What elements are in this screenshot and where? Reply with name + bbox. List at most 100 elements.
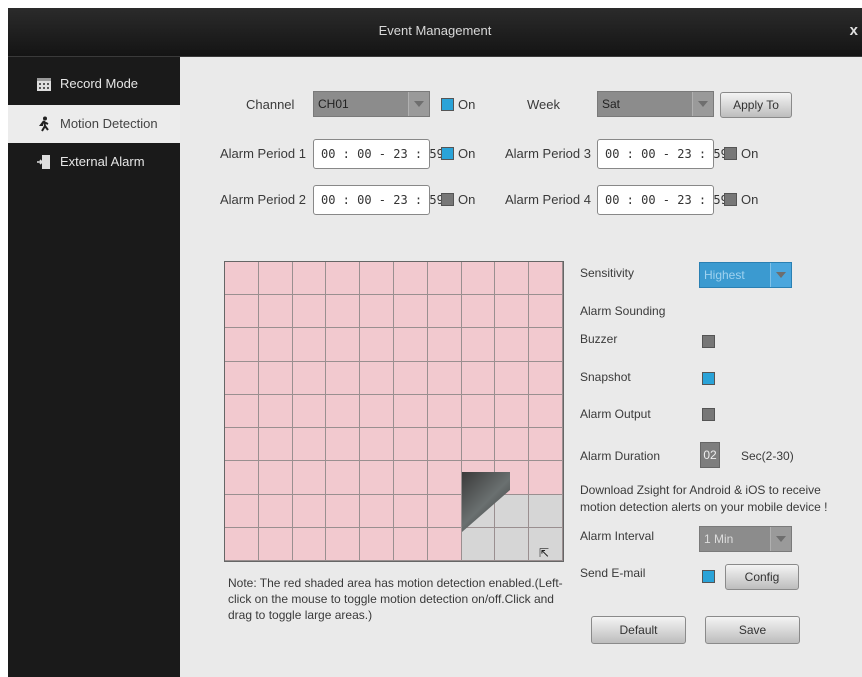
motion-grid-cell[interactable] (326, 461, 361, 495)
motion-grid-cell[interactable] (529, 461, 563, 495)
motion-grid-cell[interactable] (427, 262, 462, 296)
motion-grid-cell[interactable] (360, 461, 394, 495)
motion-grid-cell[interactable] (427, 295, 462, 329)
apply-to-button[interactable]: Apply To (720, 92, 792, 118)
motion-grid-cell[interactable] (292, 461, 327, 495)
motion-grid-cell[interactable] (326, 328, 361, 362)
motion-grid-cell[interactable] (360, 361, 394, 395)
sidebar-item-record-mode[interactable]: Record Mode (8, 65, 180, 103)
motion-grid-cell[interactable] (326, 394, 361, 429)
motion-grid-cell[interactable] (529, 295, 563, 329)
motion-grid-cell[interactable] (360, 527, 394, 561)
motion-grid-cell[interactable] (495, 527, 530, 561)
motion-grid-cell[interactable] (495, 394, 530, 429)
motion-grid-cell[interactable] (292, 527, 327, 561)
alarm-period-2-checkbox[interactable] (441, 193, 454, 206)
motion-grid-cell[interactable] (292, 262, 327, 296)
motion-grid-cell[interactable] (258, 461, 293, 495)
motion-grid-cell[interactable] (360, 494, 394, 528)
motion-grid-cell[interactable] (292, 361, 327, 395)
motion-grid-cell[interactable] (495, 428, 530, 462)
motion-grid-cell[interactable] (225, 361, 259, 395)
send-email-checkbox[interactable] (702, 570, 715, 583)
motion-grid-cell[interactable] (427, 428, 462, 462)
motion-grid-cell[interactable] (292, 328, 327, 362)
alarm-period-1-checkbox[interactable] (441, 147, 454, 160)
motion-grid-cell[interactable] (225, 328, 259, 362)
default-button[interactable]: Default (591, 616, 686, 644)
motion-grid-cell[interactable] (258, 295, 293, 329)
motion-grid-cell[interactable] (461, 262, 496, 296)
motion-grid-cell[interactable] (461, 527, 496, 561)
motion-grid-cell[interactable] (495, 361, 530, 395)
motion-grid-cell[interactable] (225, 428, 259, 462)
motion-grid-cell[interactable] (326, 295, 361, 329)
motion-grid-cell[interactable] (225, 394, 259, 429)
motion-grid-cell[interactable] (529, 494, 563, 528)
motion-grid-cell[interactable] (529, 361, 563, 395)
motion-grid-cell[interactable] (461, 328, 496, 362)
motion-grid-cell[interactable] (360, 394, 394, 429)
motion-grid-cell[interactable] (495, 295, 530, 329)
motion-grid-cell[interactable] (394, 295, 428, 329)
buzzer-checkbox[interactable] (702, 335, 715, 348)
motion-grid-cell[interactable] (394, 494, 428, 528)
alarm-period-3-input[interactable]: 00 : 00 - 23 : 59 (597, 139, 728, 169)
motion-grid-cell[interactable] (258, 328, 293, 362)
motion-grid-cell[interactable] (495, 262, 530, 296)
motion-grid-cell[interactable] (258, 361, 293, 395)
motion-grid-cell[interactable] (292, 494, 327, 528)
motion-grid-cell[interactable] (258, 428, 293, 462)
channel-on-checkbox[interactable] (441, 98, 454, 111)
motion-grid-cell[interactable] (529, 262, 563, 296)
motion-grid-cell[interactable] (225, 262, 259, 296)
motion-grid-cell[interactable] (394, 328, 428, 362)
alarm-interval-select[interactable]: 1 Min (699, 526, 792, 552)
motion-grid-cell[interactable] (258, 527, 293, 561)
motion-grid-cell[interactable] (292, 295, 327, 329)
motion-grid-cell[interactable] (461, 394, 496, 429)
motion-grid-cell[interactable] (292, 428, 327, 462)
motion-grid-cell[interactable] (292, 394, 327, 429)
motion-grid-cell[interactable] (529, 428, 563, 462)
sidebar-item-motion-detection[interactable]: Motion Detection (8, 105, 180, 143)
alarm-period-3-checkbox[interactable] (724, 147, 737, 160)
motion-grid-cell[interactable] (225, 295, 259, 329)
motion-grid-cell[interactable] (360, 262, 394, 296)
motion-grid-cell[interactable] (427, 328, 462, 362)
motion-grid-cell[interactable] (326, 527, 361, 561)
snapshot-checkbox[interactable] (702, 372, 715, 385)
motion-grid-cell[interactable] (427, 527, 462, 561)
motion-grid-cell[interactable] (360, 328, 394, 362)
motion-grid-cell[interactable] (360, 295, 394, 329)
motion-grid-cell[interactable] (394, 527, 428, 561)
config-button[interactable]: Config (725, 564, 799, 590)
motion-grid-cell[interactable] (529, 328, 563, 362)
motion-grid-cell[interactable] (394, 394, 428, 429)
motion-grid-cell[interactable] (326, 262, 361, 296)
motion-grid-cell[interactable] (427, 494, 462, 528)
channel-select[interactable]: CH01 (313, 91, 430, 117)
motion-grid-cell[interactable] (461, 295, 496, 329)
motion-grid-cell[interactable] (427, 361, 462, 395)
motion-detection-grid[interactable] (224, 261, 564, 562)
sensitivity-select[interactable]: Highest (699, 262, 792, 288)
motion-grid-cell[interactable] (258, 262, 293, 296)
motion-grid-cell[interactable] (258, 394, 293, 429)
motion-grid-cell[interactable] (394, 428, 428, 462)
motion-grid-cell[interactable] (427, 394, 462, 429)
motion-grid-cell[interactable] (225, 461, 259, 495)
motion-grid-cell[interactable] (326, 428, 361, 462)
motion-grid-cell[interactable] (394, 461, 428, 495)
motion-grid-cell[interactable] (394, 262, 428, 296)
motion-grid-cell[interactable] (461, 361, 496, 395)
motion-grid-cell[interactable] (258, 494, 293, 528)
alarm-period-4-checkbox[interactable] (724, 193, 737, 206)
motion-grid-cell[interactable] (427, 461, 462, 495)
alarm-duration-input[interactable]: 02 (700, 442, 720, 468)
motion-grid-cell[interactable] (529, 394, 563, 429)
motion-grid-cell[interactable] (495, 494, 530, 528)
motion-grid-cell[interactable] (225, 527, 259, 561)
motion-grid-cell[interactable] (461, 428, 496, 462)
alarm-output-checkbox[interactable] (702, 408, 715, 421)
